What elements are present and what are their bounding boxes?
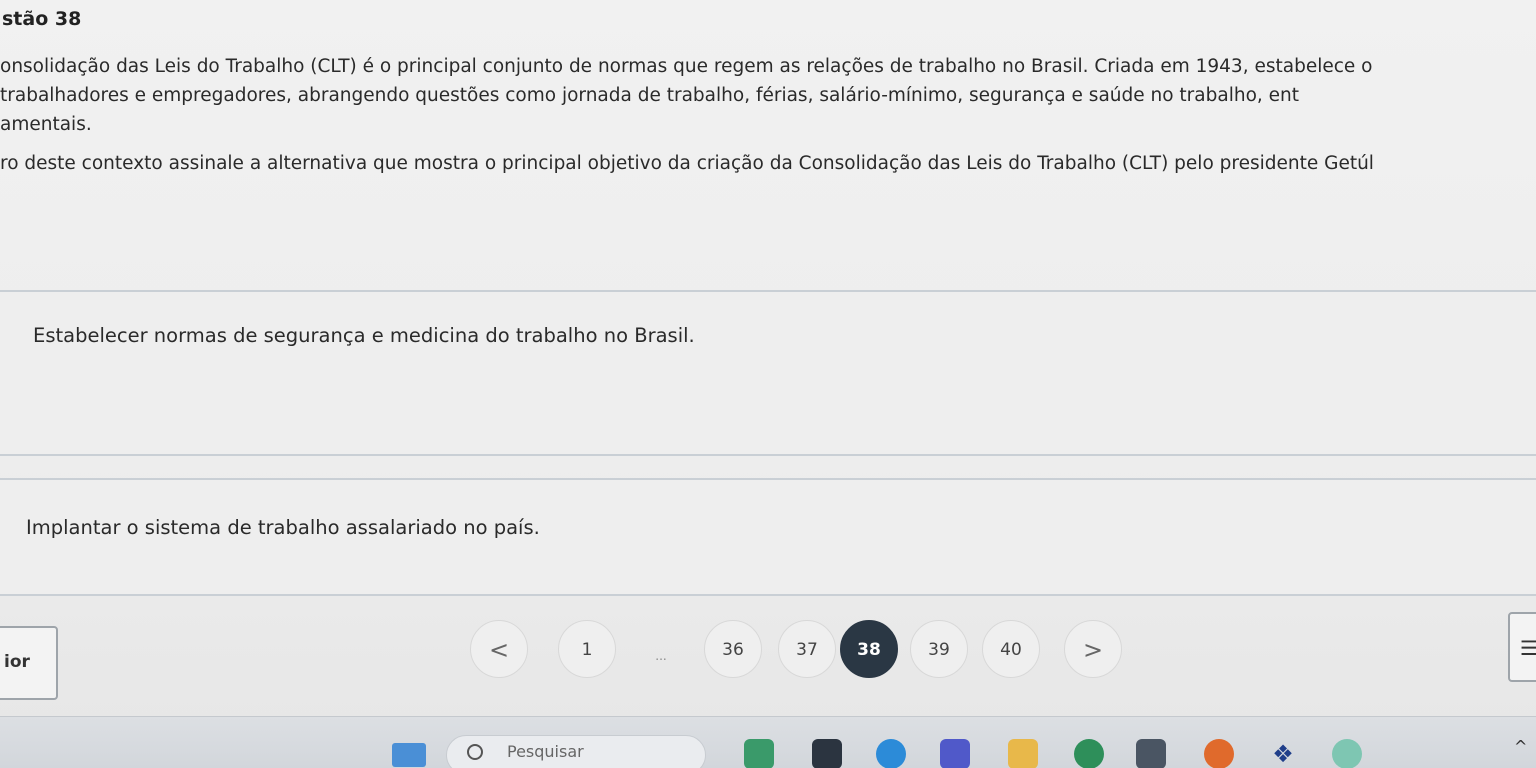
answer-option[interactable]: Estabelecer normas de segurança e medici… xyxy=(0,290,1536,456)
dropbox-icon[interactable]: ❖ xyxy=(1268,739,1298,768)
firefox-icon[interactable] xyxy=(1204,739,1234,768)
calculator-icon[interactable] xyxy=(1136,739,1166,768)
question-pagination: < 1 ... 36 37 38 39 40 > xyxy=(470,616,1150,686)
widgets-icon[interactable] xyxy=(392,743,426,767)
question-context-paragraph: onsolidação das Leis do Trabalho (CLT) é… xyxy=(0,52,1536,139)
page-button-38-current[interactable]: 38 xyxy=(840,620,898,678)
previous-button[interactable]: ior xyxy=(0,626,58,700)
chrome-icon[interactable] xyxy=(1074,739,1104,768)
page-button-39[interactable]: 39 xyxy=(910,620,968,678)
pagination-next-arrow[interactable]: > xyxy=(1064,620,1122,678)
question-title: stão 38 xyxy=(2,8,82,30)
folder-icon[interactable] xyxy=(1008,739,1038,768)
page-button-40[interactable]: 40 xyxy=(982,620,1040,678)
question-list-button[interactable]: ☰ xyxy=(1508,612,1536,682)
pagination-ellipsis: ... xyxy=(655,649,667,663)
paragraph-line: onsolidação das Leis do Trabalho (CLT) é… xyxy=(0,56,1373,77)
search-icon xyxy=(467,744,483,760)
pagination-prev-arrow[interactable]: < xyxy=(470,620,528,678)
answer-option[interactable]: Implantar o sistema de trabalho assalari… xyxy=(0,478,1536,596)
paragraph-line: trabalhadores e empregadores, abrangendo… xyxy=(0,85,1300,106)
page-button-1[interactable]: 1 xyxy=(558,620,616,678)
list-icon: ☰ xyxy=(1520,636,1536,660)
search-placeholder: Pesquisar xyxy=(507,742,584,761)
windows-taskbar: Pesquisar ❖ ^ xyxy=(0,716,1536,768)
previous-button-label: ior xyxy=(4,652,30,672)
answer-option-text: Implantar o sistema de trabalho assalari… xyxy=(26,516,540,539)
page: stão 38 onsolidação das Leis do Trabalho… xyxy=(0,0,1536,768)
taskbar-search-input[interactable]: Pesquisar xyxy=(446,735,706,768)
app-icon[interactable] xyxy=(744,739,774,768)
edge-icon[interactable] xyxy=(876,739,906,768)
paragraph-line: amentais. xyxy=(0,114,92,135)
file-explorer-icon[interactable] xyxy=(812,739,842,768)
question-prompt: ro deste contexto assinale a alternativa… xyxy=(0,153,1374,174)
page-button-36[interactable]: 36 xyxy=(704,620,762,678)
app-icon[interactable] xyxy=(1332,739,1362,768)
answer-option-text: Estabelecer normas de segurança e medici… xyxy=(33,324,695,347)
page-button-37[interactable]: 37 xyxy=(778,620,836,678)
teams-icon[interactable] xyxy=(940,739,970,768)
chevron-up-icon[interactable]: ^ xyxy=(1514,737,1527,756)
